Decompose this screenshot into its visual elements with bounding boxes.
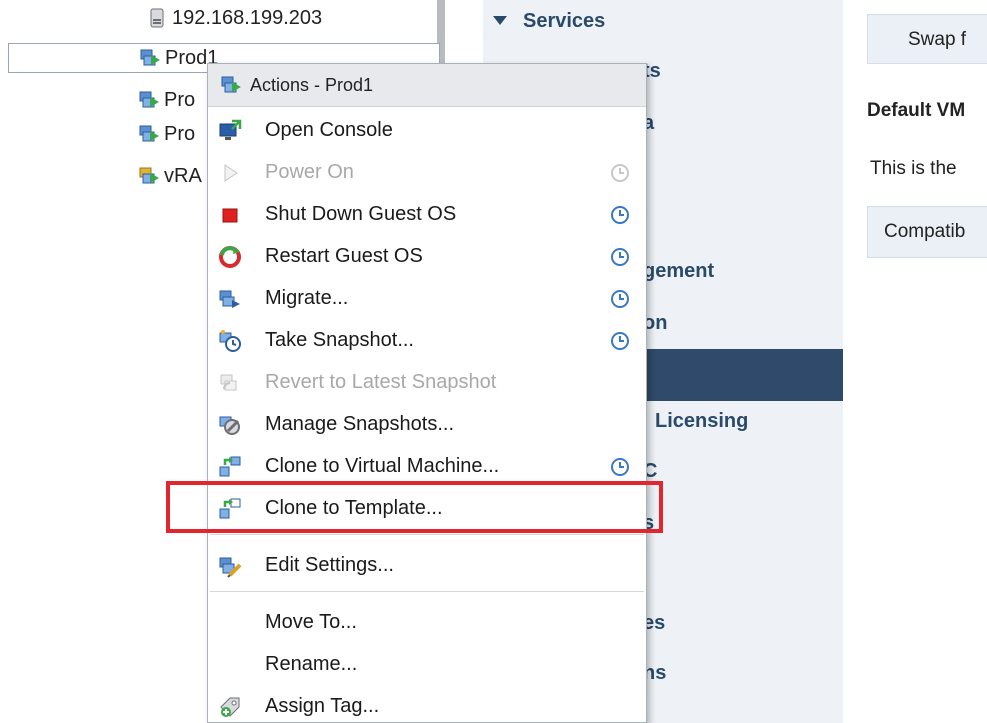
services-heading[interactable]: Services — [523, 10, 605, 33]
menu-item-assign-tag[interactable]: Assign Tag... — [208, 686, 646, 722]
menu-item-label: Restart Guest OS — [265, 245, 423, 267]
menu-header: Actions - Prod1 — [208, 64, 646, 107]
clone-template-icon — [219, 498, 241, 519]
menu-item-take-snapshot[interactable]: Take Snapshot... — [208, 320, 646, 360]
revert-snapshot-icon — [220, 374, 237, 391]
tree-item-prod3[interactable]: Pro — [138, 118, 195, 150]
console-icon — [219, 119, 242, 140]
swap-button[interactable]: Swap f — [867, 14, 987, 64]
tree-item-label: Pro — [164, 122, 196, 145]
clock-icon — [611, 332, 629, 350]
menu-item-label: Clone to Virtual Machine... — [265, 455, 500, 477]
edit-settings-icon — [219, 557, 242, 578]
tree-item-vra[interactable]: vRA — [138, 160, 202, 192]
menu-item-label: Clone to Template... — [265, 497, 443, 519]
power-on-icon — [224, 164, 238, 182]
menu-item-manage-snapshots[interactable]: Manage Snapshots... — [208, 404, 646, 444]
tree-item-label: Pro — [164, 88, 196, 111]
menu-item-edit-settings[interactable]: Edit Settings... — [208, 545, 646, 585]
manage-snapshots-icon — [219, 416, 240, 435]
menu-separator — [210, 591, 644, 592]
assign-tag-icon — [220, 697, 240, 717]
menu-title: Actions - Prod1 — [250, 74, 374, 95]
menu-item-label: Take Snapshot... — [265, 329, 414, 351]
tree-item-prod2[interactable]: Pro — [138, 84, 195, 116]
menu-item-move-to[interactable]: Move To... — [208, 602, 646, 642]
menu-item-label: Move To... — [265, 611, 357, 633]
menu-item-label: Edit Settings... — [265, 554, 394, 576]
menu-item-label: Assign Tag... — [265, 695, 380, 717]
menu-item-label: Migrate... — [265, 287, 349, 309]
vm-icon — [139, 91, 159, 108]
clock-icon — [611, 206, 629, 224]
default-vm-heading: Default VM — [867, 100, 966, 121]
vm-icon — [139, 125, 159, 142]
menu-item-power-on[interactable]: Power On — [208, 152, 646, 192]
vm-icon — [221, 76, 241, 93]
tree-item-host[interactable]: 192.168.199.203 — [146, 2, 322, 34]
menu-item-label: Manage Snapshots... — [265, 413, 455, 435]
description-text: This is the — [870, 158, 957, 179]
menu-item-label: Revert to Latest Snapshot — [265, 371, 497, 393]
service-item[interactable]: Licensing — [655, 410, 748, 433]
shutdown-icon — [222, 208, 238, 223]
clock-icon — [611, 248, 629, 266]
chevron-down-icon[interactable] — [493, 16, 507, 25]
menu-item-label: Rename... — [265, 653, 358, 675]
clock-icon — [611, 458, 629, 476]
clock-icon — [611, 290, 629, 308]
tree-item-label: vRA — [164, 164, 202, 187]
restart-icon — [219, 246, 241, 268]
clock-icon — [611, 164, 629, 182]
menu-item-label: Open Console — [265, 119, 393, 141]
tree-item-label: 192.168.199.203 — [172, 6, 323, 29]
service-item[interactable]: gement — [643, 260, 714, 283]
details-panel: Swap f Default VM This is the Compatib — [843, 0, 987, 723]
snapshot-icon — [219, 330, 241, 352]
menu-item-clone-to-vm[interactable]: Clone to Virtual Machine... — [208, 446, 646, 486]
migrate-icon — [219, 290, 240, 308]
compatibility-row[interactable]: Compatib — [867, 206, 987, 258]
host-icon — [150, 8, 164, 28]
menu-item-migrate[interactable]: Migrate... — [208, 278, 646, 318]
vapp-icon — [139, 167, 159, 184]
actions-context-menu: Actions - Prod1 Open Console Power On Sh… — [207, 63, 647, 723]
menu-item-label: Power On — [265, 161, 354, 183]
menu-item-clone-to-template[interactable]: Clone to Template... — [208, 488, 646, 528]
menu-item-restart-guest[interactable]: Restart Guest OS — [208, 236, 646, 276]
menu-separator — [210, 534, 644, 535]
vm-icon — [140, 49, 160, 66]
menu-item-revert-snapshot[interactable]: Revert to Latest Snapshot — [208, 362, 646, 402]
menu-item-rename[interactable]: Rename... — [208, 644, 646, 684]
menu-item-open-console[interactable]: Open Console — [208, 110, 646, 150]
menu-item-label: Shut Down Guest OS — [265, 203, 457, 225]
clone-vm-icon — [219, 456, 241, 477]
menu-item-shutdown-guest[interactable]: Shut Down Guest OS — [208, 194, 646, 234]
